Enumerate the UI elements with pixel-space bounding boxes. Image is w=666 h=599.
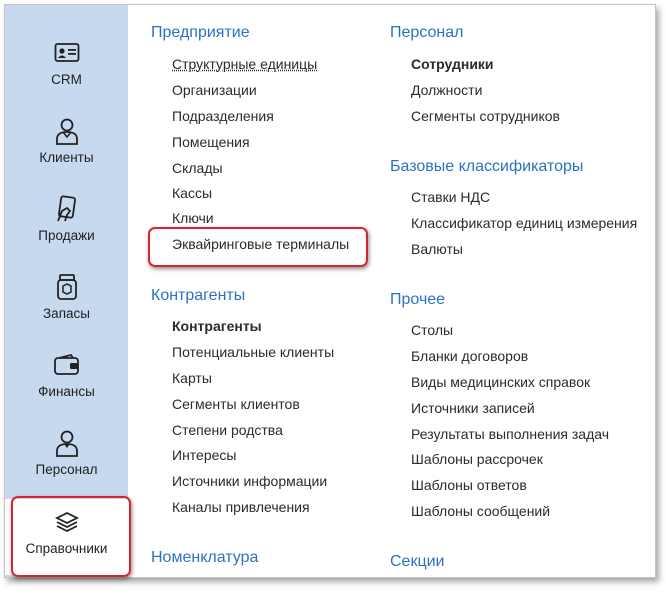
- id-card-icon: [53, 39, 81, 67]
- highlight-references: [11, 496, 131, 577]
- section-title-other: Прочее: [390, 291, 446, 308]
- link-installment-templates[interactable]: Шаблоны рассрочек: [411, 451, 543, 467]
- sidebar-item-clients[interactable]: Клиенты: [5, 117, 128, 193]
- section-title-sections: Секции: [390, 553, 445, 570]
- link-warehouses[interactable]: Склады: [172, 160, 223, 176]
- link-organizations[interactable]: Организации: [172, 82, 257, 98]
- section-title-counterparties: Контрагенты: [151, 287, 246, 304]
- section-title-classifiers: Базовые классификаторы: [390, 158, 584, 175]
- link-vat-rates[interactable]: Ставки НДС: [411, 189, 490, 205]
- sidebar-item-crm[interactable]: CRM: [5, 39, 128, 115]
- sidebar-item-sales[interactable]: Продажи: [5, 195, 128, 271]
- link-units-classifier[interactable]: Классификатор единиц измерения: [411, 215, 637, 231]
- link-employee-segments[interactable]: Сегменты сотрудников: [411, 108, 560, 124]
- sidebar-item-finance[interactable]: Финансы: [5, 351, 128, 427]
- sidebar-item-label: CRM: [51, 72, 82, 87]
- sidebar-item-personnel[interactable]: Персонал: [5, 429, 128, 505]
- link-client-segments[interactable]: Сегменты клиентов: [172, 396, 300, 412]
- link-currencies[interactable]: Валюты: [411, 241, 463, 257]
- link-departments[interactable]: Подразделения: [172, 108, 274, 124]
- jar-stock-icon: [53, 273, 81, 301]
- link-keys[interactable]: Ключи: [172, 210, 214, 226]
- sidebar-item-label: Клиенты: [39, 150, 94, 165]
- sidebar-item-label: Персонал: [35, 462, 98, 477]
- link-contract-forms[interactable]: Бланки договоров: [411, 348, 528, 364]
- wallet-icon: [53, 351, 81, 379]
- sidebar-item-label: Финансы: [38, 384, 95, 399]
- app-window: CRM Клиенты Продажи Запасы Финансы Персо…: [4, 4, 656, 578]
- link-potential-clients[interactable]: Потенциальные клиенты: [172, 344, 334, 360]
- highlight-acquiring-terminals: [148, 227, 368, 267]
- sidebar-item-label: Запасы: [43, 306, 90, 321]
- link-kinship-degrees[interactable]: Степени родства: [172, 422, 283, 438]
- link-task-results[interactable]: Результаты выполнения задач: [411, 426, 609, 442]
- section-title-enterprise: Предприятие: [151, 24, 250, 41]
- link-premises[interactable]: Помещения: [172, 134, 250, 150]
- link-cards[interactable]: Карты: [172, 370, 212, 386]
- link-tables[interactable]: Столы: [411, 322, 453, 338]
- link-counterparties[interactable]: Контрагенты: [172, 318, 262, 334]
- link-message-templates[interactable]: Шаблоны сообщений: [411, 503, 550, 519]
- sidebar: CRM Клиенты Продажи Запасы Финансы Персо…: [5, 5, 128, 577]
- link-record-sources[interactable]: Источники записей: [411, 400, 535, 416]
- link-medical-certificates[interactable]: Виды медицинских справок: [411, 374, 590, 390]
- link-acquisition-channels[interactable]: Каналы привлечения: [172, 499, 310, 515]
- link-interests[interactable]: Интересы: [172, 447, 236, 463]
- section-title-nomenclature: Номенклатура: [151, 549, 259, 566]
- link-reply-templates[interactable]: Шаблоны ответов: [411, 477, 527, 493]
- staff-person-icon: [53, 429, 81, 457]
- link-cashboxes[interactable]: Кассы: [172, 185, 212, 201]
- sidebar-item-label: Продажи: [38, 228, 95, 243]
- sidebar-item-stock[interactable]: Запасы: [5, 273, 128, 349]
- link-employees[interactable]: Сотрудники: [411, 56, 494, 72]
- client-person-icon: [53, 117, 81, 145]
- link-info-sources[interactable]: Источники информации: [172, 473, 327, 489]
- section-title-personnel: Персонал: [390, 24, 464, 41]
- link-structural-units[interactable]: Структурные единицы: [172, 56, 317, 72]
- link-positions[interactable]: Должности: [411, 82, 482, 98]
- card-payment-icon: [53, 195, 81, 223]
